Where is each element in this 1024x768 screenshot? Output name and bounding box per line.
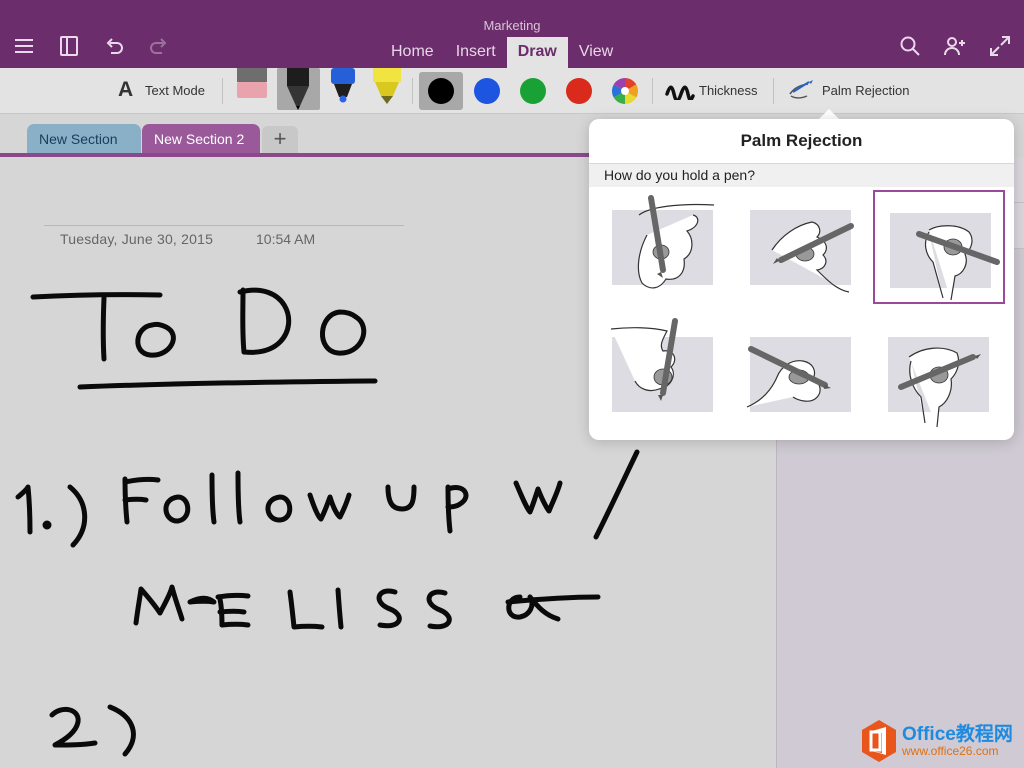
grip-option-6[interactable]: [865, 317, 997, 431]
search-icon[interactable]: [898, 34, 922, 58]
tab-draw[interactable]: Draw: [506, 37, 568, 68]
section-tab-2[interactable]: New Section 2: [142, 124, 260, 154]
hand-grip-icon: [916, 225, 1000, 301]
color-wheel-icon[interactable]: [612, 78, 638, 104]
thickness-label[interactable]: Thickness: [699, 83, 758, 98]
section-tab-1[interactable]: New Section 1: [27, 124, 141, 177]
grip-option-3[interactable]: [873, 190, 1005, 304]
fullscreen-icon[interactable]: [988, 34, 1012, 58]
grip-option-2[interactable]: [727, 190, 859, 304]
notebook-title: Marketing: [483, 18, 541, 33]
color-blue[interactable]: [474, 78, 500, 104]
menu-icon[interactable]: [12, 34, 36, 58]
hand-grip-icon: [637, 195, 715, 289]
grip-option-1[interactable]: [589, 190, 721, 304]
watermark-title: Office教程网: [902, 724, 1013, 745]
tab-home[interactable]: Home: [380, 37, 445, 68]
watermark-url: www.office26.com: [902, 744, 999, 758]
text-mode-label[interactable]: Text Mode: [145, 83, 205, 98]
pen-icon[interactable]: [284, 68, 312, 110]
color-green[interactable]: [520, 78, 546, 104]
popover-title: Palm Rejection: [740, 131, 863, 150]
hand-grip-icon: [610, 318, 678, 401]
grip-option-4[interactable]: [589, 317, 721, 431]
toolbar-divider: [412, 78, 413, 104]
redo-icon[interactable]: [147, 34, 171, 58]
toolbar-divider: [652, 78, 653, 104]
undo-icon[interactable]: [102, 34, 126, 58]
hand-grip-icon: [898, 347, 981, 428]
popover-question: How do you hold a pen?: [604, 167, 755, 183]
palm-rejection-icon[interactable]: [787, 78, 815, 102]
tab-insert[interactable]: Insert: [445, 37, 507, 68]
toolbar-divider: [773, 78, 774, 104]
draw-toolbar: A Text Mode Thickness Palm Rejection: [0, 68, 1024, 114]
palm-rejection-popover: Palm Rejection How do you hold a pen?: [589, 119, 1014, 440]
share-user-icon[interactable]: [943, 34, 967, 58]
color-red[interactable]: [566, 78, 592, 104]
ribbon-tabs: Home Insert Draw View: [380, 37, 624, 68]
thickness-icon[interactable]: [665, 82, 695, 100]
add-section-button[interactable]: +: [262, 126, 298, 154]
color-black[interactable]: [428, 78, 454, 104]
palm-rejection-label[interactable]: Palm Rejection: [822, 83, 909, 98]
app-bar: Marketing Home Insert Draw View: [0, 0, 1024, 68]
eraser-icon[interactable]: [234, 68, 270, 102]
tab-view[interactable]: View: [568, 37, 624, 68]
hand-grip-icon: [746, 346, 831, 408]
grip-option-5[interactable]: [727, 317, 859, 431]
hand-grip-icon: [771, 221, 854, 293]
text-mode-icon[interactable]: A: [118, 78, 133, 102]
office-logo-icon: [862, 720, 896, 762]
toolbar-divider: [222, 78, 223, 104]
highlighter-icon[interactable]: [371, 68, 403, 104]
notebooks-icon[interactable]: [57, 34, 81, 58]
blue-marker-icon[interactable]: [329, 68, 357, 104]
site-watermark: Office教程网 www.office26.com: [858, 716, 1024, 768]
